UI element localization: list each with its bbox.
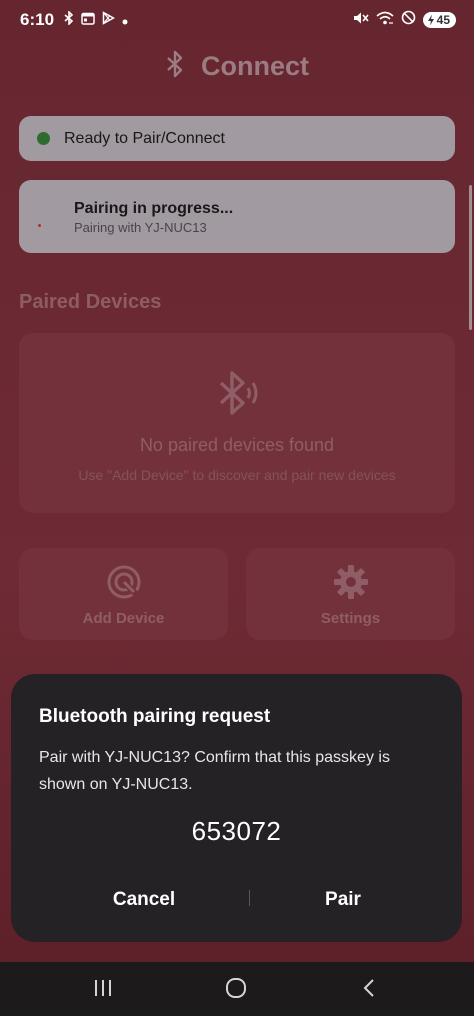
home-button[interactable] bbox=[216, 976, 256, 1004]
status-right-icons: 45 bbox=[353, 10, 456, 30]
paired-devices-empty-panel: No paired devices found Use "Add Device"… bbox=[19, 333, 455, 513]
status-left-icons bbox=[64, 10, 128, 30]
bluetooth-icon bbox=[165, 50, 185, 83]
settings-button[interactable]: Settings bbox=[246, 548, 455, 640]
mute-icon bbox=[353, 11, 369, 30]
home-icon bbox=[225, 977, 247, 1004]
dialog-title: Bluetooth pairing request bbox=[39, 706, 271, 727]
scrollbar[interactable] bbox=[469, 185, 472, 330]
status-bar: 6:10 45 bbox=[0, 0, 474, 40]
app-header: Connect bbox=[0, 46, 474, 86]
battery-level: 45 bbox=[436, 13, 450, 27]
cancel-button[interactable]: Cancel bbox=[49, 884, 239, 916]
empty-state-subtitle: Use "Add Device" to discover and pair ne… bbox=[78, 467, 396, 483]
pairing-subtitle: Pairing with YJ-NUC13 bbox=[74, 220, 207, 235]
empty-state-title: No paired devices found bbox=[139, 435, 335, 455]
connection-status-card: Ready to Pair/Connect bbox=[19, 116, 455, 161]
bluetooth-pairing-dialog: Bluetooth pairing request Pair with YJ-N… bbox=[11, 674, 462, 942]
paired-devices-heading: Paired Devices bbox=[19, 291, 162, 313]
battery-charging-icon: 45 bbox=[422, 12, 456, 28]
dialog-message: Pair with YJ-NUC13? Confirm that this pa… bbox=[39, 749, 390, 793]
do-not-disturb-icon bbox=[401, 10, 416, 30]
radar-icon bbox=[19, 564, 228, 600]
connection-status-text: Ready to Pair/Connect bbox=[64, 129, 225, 147]
notification-dot-icon bbox=[122, 12, 128, 30]
status-time: 6:10 bbox=[20, 10, 55, 29]
status-indicator-dot bbox=[37, 132, 50, 145]
bluetooth-icon bbox=[64, 10, 74, 30]
page-title: Connect bbox=[201, 50, 309, 81]
gear-icon bbox=[246, 564, 455, 600]
play-store-icon bbox=[102, 11, 116, 30]
passkey-value: 653072 bbox=[191, 816, 282, 846]
recents-button[interactable] bbox=[83, 976, 123, 1004]
wifi-icon bbox=[376, 11, 394, 30]
add-device-label: Add Device bbox=[82, 610, 165, 627]
settings-label: Settings bbox=[320, 610, 381, 627]
progress-spinner-icon bbox=[38, 224, 41, 227]
recents-icon bbox=[93, 979, 113, 1002]
calendar-icon bbox=[81, 12, 95, 30]
back-icon bbox=[362, 978, 376, 1003]
pairing-progress-card: Pairing in progress... Pairing with YJ-N… bbox=[19, 180, 455, 253]
system-nav-bar bbox=[0, 962, 474, 1016]
pairing-title: Pairing in progress... bbox=[74, 200, 234, 217]
bluetooth-searching-icon bbox=[213, 368, 263, 423]
pair-button[interactable]: Pair bbox=[248, 884, 438, 916]
back-button[interactable] bbox=[349, 976, 389, 1004]
add-device-button[interactable]: Add Device bbox=[19, 548, 228, 640]
